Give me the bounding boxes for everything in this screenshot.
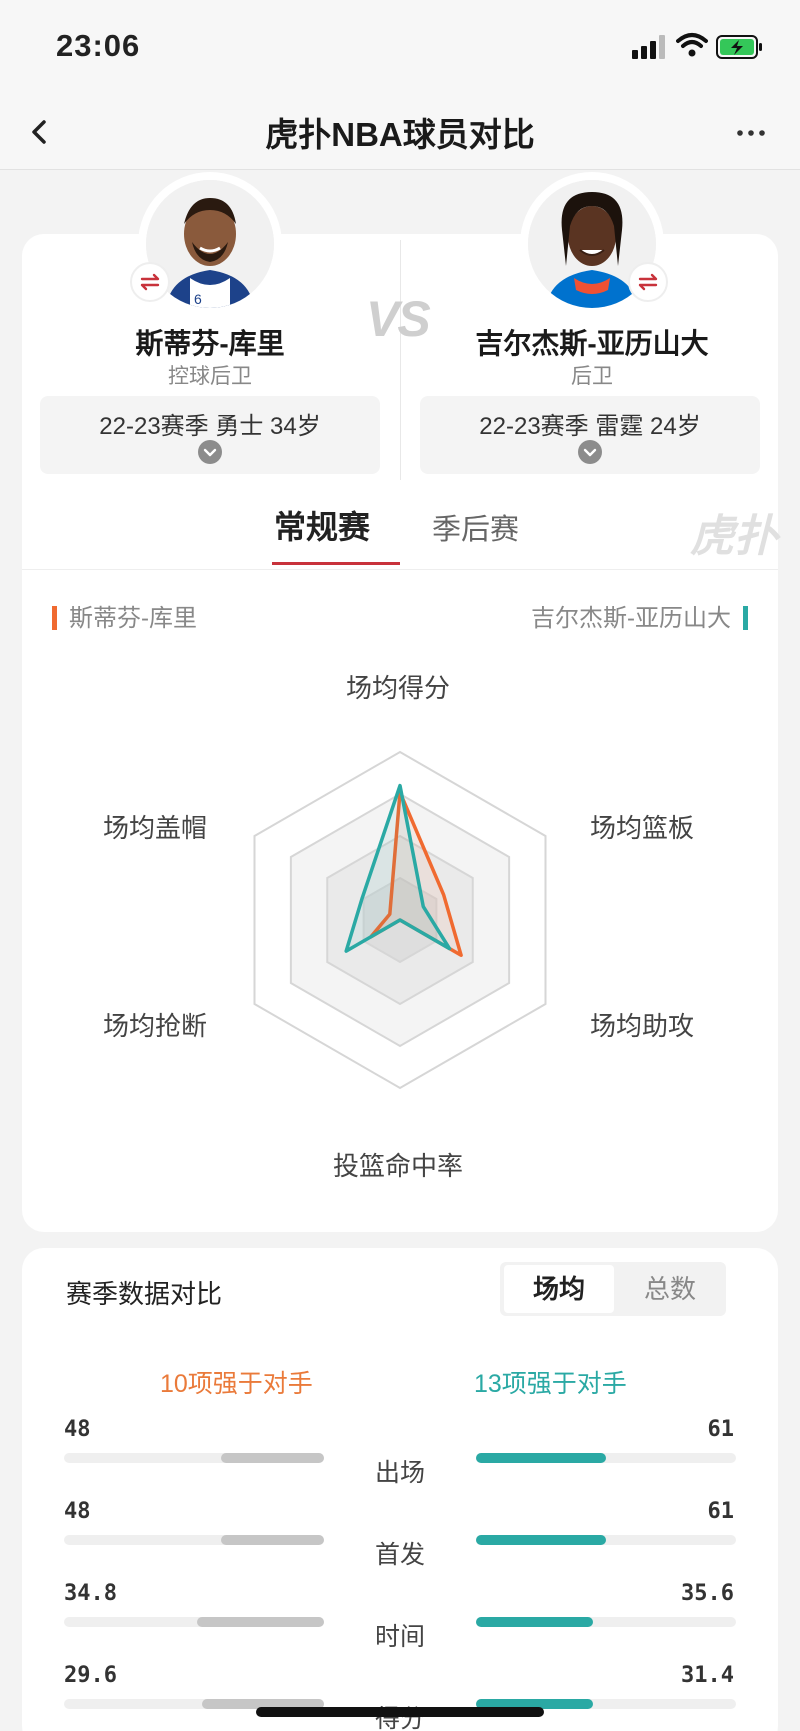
player-right-name: 吉尔杰斯-亚历山大	[475, 328, 709, 359]
season-selector-right[interactable]: 22-23赛季 雷霆 24岁	[420, 396, 760, 474]
player-left-name: 斯蒂芬-库里	[135, 328, 285, 359]
nav-bar: 虎扑NBA球员对比	[0, 96, 800, 170]
chevron-down-icon	[578, 440, 602, 464]
page-title: 虎扑NBA球员对比	[265, 116, 535, 153]
stat-left-bar-fill	[221, 1453, 324, 1463]
wifi-icon	[676, 33, 708, 57]
stat-right-value: 35.6	[681, 1581, 734, 1606]
stat-row: 48 61 出场	[0, 1417, 800, 1497]
stat-right-bar	[476, 1535, 736, 1545]
signal-icon	[632, 35, 666, 59]
stat-left-value: 48	[64, 1499, 91, 1524]
left-stronger-count: 10项强于对手	[160, 1370, 313, 1398]
status-bar: 23:06	[0, 0, 800, 96]
home-indicator	[256, 1707, 544, 1717]
stat-left-bar-fill	[196, 1617, 324, 1627]
stat-left-value: 34.8	[64, 1581, 117, 1606]
radar-label-steals: 场均抢断	[103, 1011, 208, 1041]
radar-label-fg-pct: 投篮命中率	[333, 1151, 464, 1181]
season-left-text: 22-23赛季 勇士 34岁	[99, 413, 321, 440]
radar-chart	[253, 750, 547, 1090]
status-time: 23:06	[56, 28, 141, 63]
toggle-totals[interactable]: 总数	[618, 1265, 722, 1313]
stat-left-bar-fill	[221, 1535, 324, 1545]
radar-label-assists: 场均助攻	[590, 1011, 695, 1041]
stat-right-bar	[476, 1453, 736, 1463]
radar-label-rebounds: 场均篮板	[590, 813, 695, 843]
stat-row: 48 61 首发	[0, 1499, 800, 1579]
chevron-down-icon	[198, 440, 222, 464]
stat-right-value: 61	[707, 1499, 735, 1524]
vs-label: VS	[366, 291, 431, 347]
battery-charging-icon	[716, 35, 762, 59]
stat-left-bar	[64, 1617, 324, 1627]
tab-playoffs[interactable]: 季后赛	[432, 506, 519, 548]
more-options-icon[interactable]	[734, 118, 768, 148]
stat-left-value: 48	[64, 1417, 91, 1442]
stat-left-bar	[64, 1453, 324, 1463]
stat-right-value: 31.4	[681, 1663, 734, 1688]
active-tab-indicator	[272, 562, 400, 565]
right-stronger-count: 13项强于对手	[474, 1370, 627, 1398]
game-type-tabs: 常规赛 季后赛 虎扑	[22, 490, 778, 570]
stats-mode-toggle: 场均 总数	[500, 1262, 726, 1316]
stat-right-bar-fill	[476, 1617, 593, 1627]
stat-left-bar	[64, 1535, 324, 1545]
stat-right-bar	[476, 1617, 736, 1627]
divider	[400, 240, 401, 480]
legend-left: 斯蒂芬-库里	[52, 598, 197, 633]
radar-label-blocks: 场均盖帽	[103, 813, 208, 843]
season-selector-left[interactable]: 22-23赛季 勇士 34岁	[40, 396, 380, 474]
player-left-position: 控球后卫	[168, 365, 252, 388]
legend-right: 吉尔杰斯-亚历山大	[531, 598, 748, 633]
season-right-text: 22-23赛季 雷霆 24岁	[479, 413, 701, 440]
stats-title: 赛季数据对比	[66, 1279, 223, 1309]
hupu-watermark-logo: 虎扑	[690, 512, 778, 561]
stat-label: 时间	[374, 1623, 425, 1651]
stat-left-value: 29.6	[64, 1663, 117, 1688]
svg-text:6: 6	[194, 291, 202, 307]
toggle-per-game[interactable]: 场均	[504, 1265, 614, 1313]
swap-player-right-icon[interactable]	[628, 262, 668, 302]
stat-row: 29.6 31.4 得分	[0, 1663, 800, 1731]
stat-right-bar-fill	[476, 1453, 606, 1463]
stat-row: 34.8 35.6 时间	[0, 1581, 800, 1661]
stat-label: 出场	[374, 1459, 425, 1487]
stat-right-value: 61	[707, 1417, 735, 1442]
player-right-position: 后卫	[571, 365, 613, 388]
tab-regular-season[interactable]: 常规赛	[274, 502, 370, 548]
stat-right-bar-fill	[476, 1535, 606, 1545]
swap-player-left-icon[interactable]	[130, 262, 170, 302]
stat-label: 首发	[374, 1541, 425, 1569]
